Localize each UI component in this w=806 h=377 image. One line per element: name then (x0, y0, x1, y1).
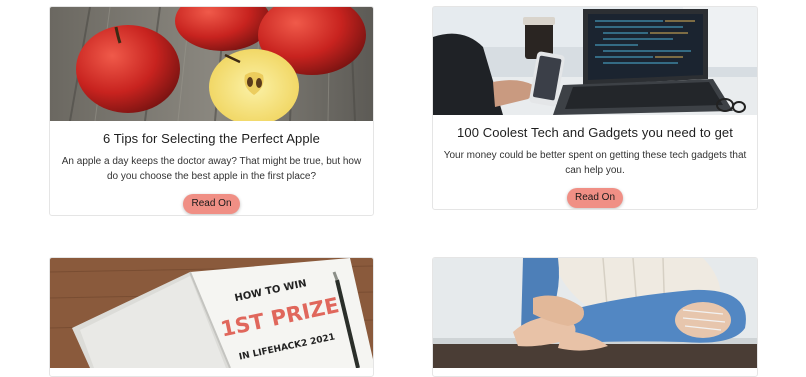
laptop-phone-image[interactable] (433, 7, 757, 115)
article-card-apple[interactable]: 6 Tips for Selecting the Perfect Apple A… (49, 6, 374, 216)
card-title[interactable]: 100 Coolest Tech and Gadgets you need to… (433, 125, 757, 140)
card-description: An apple a day keeps the doctor away? Th… (61, 156, 362, 182)
read-on-button[interactable]: Read On (566, 188, 624, 208)
card-title[interactable]: 6 Tips for Selecting the Perfect Apple (50, 131, 373, 146)
card-body: 100 Coolest Tech and Gadgets you need to… (433, 125, 757, 208)
card-description: Your money could be better spent on gett… (443, 150, 747, 176)
card-body: 6 Tips for Selecting the Perfect Apple A… (50, 131, 373, 214)
apples-image[interactable] (50, 7, 373, 121)
read-on-button[interactable]: Read On (183, 194, 240, 214)
article-card-style[interactable] (432, 257, 758, 377)
notebook-image[interactable]: HOW TO WIN 1ST PRIZE IN LIFEHACK2 2021 (50, 258, 373, 368)
jeans-feet-image[interactable] (433, 258, 757, 368)
article-card-tech[interactable]: 100 Coolest Tech and Gadgets you need to… (432, 6, 758, 210)
article-card-notebook[interactable]: HOW TO WIN 1ST PRIZE IN LIFEHACK2 2021 (49, 257, 374, 377)
